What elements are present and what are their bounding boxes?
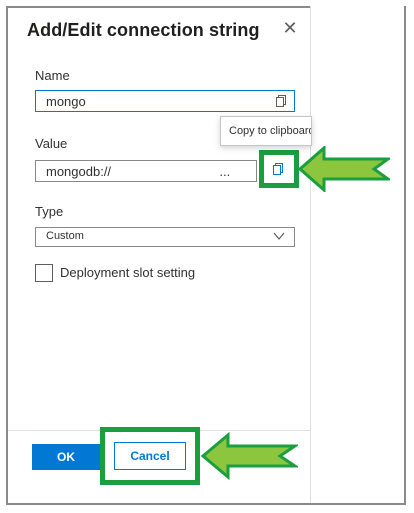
close-icon[interactable]: ✕ [280,18,300,38]
type-select-value: Custom [46,230,84,242]
chevron-down-icon [273,232,285,240]
deployment-slot-label: Deployment slot setting [60,265,196,280]
type-label: Type [35,204,64,219]
value-input-value: mongodb:// ... [46,164,231,179]
copy-tooltip: Copy to clipboard [220,116,312,146]
dialog-title: Add/Edit connection string [27,20,260,40]
name-label: Name [35,68,70,83]
cancel-button[interactable]: Cancel [114,442,186,470]
background-strip [310,6,404,503]
footer-divider [8,430,310,431]
value-input[interactable]: mongodb:// ... [35,160,257,182]
name-input-value: mongo [46,94,86,109]
name-input[interactable]: mongo [35,90,295,112]
copy-icon[interactable] [272,91,292,111]
type-select[interactable]: Custom [35,227,295,247]
value-label: Value [35,136,68,151]
copy-icon[interactable] [269,159,289,179]
ok-button[interactable]: OK [32,444,100,470]
deployment-slot-checkbox[interactable] [35,264,53,282]
